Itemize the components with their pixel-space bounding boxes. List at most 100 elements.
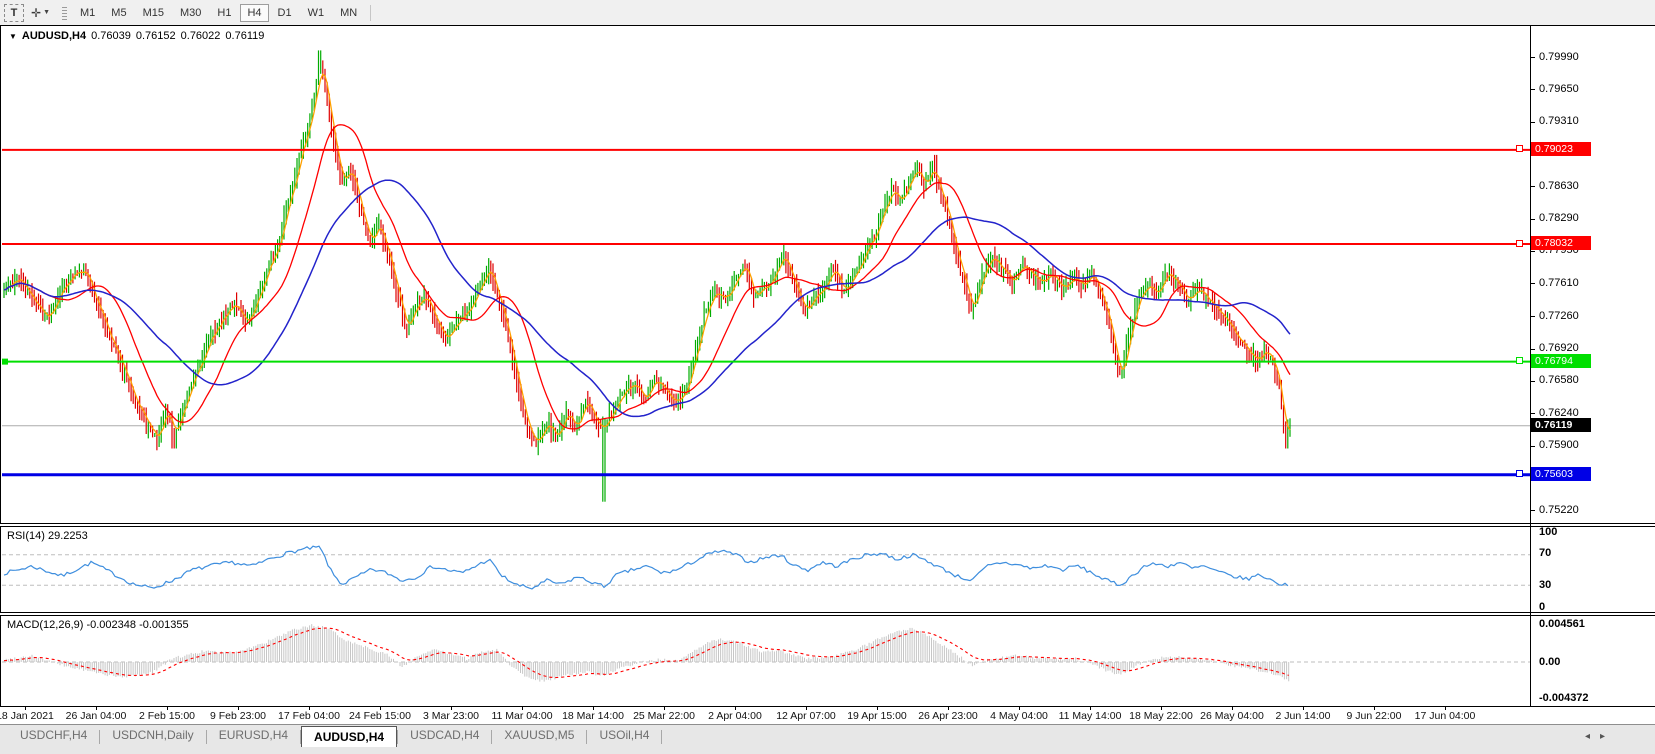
rsi-tick-label: 70 (1539, 547, 1551, 560)
macd-panel: MACD(12,26,9) -0.002348 -0.001355 (0, 615, 1655, 707)
hline-handle[interactable] (1516, 470, 1523, 477)
timeframe-w1-button[interactable]: W1 (301, 4, 332, 22)
date-label: 11 May 14:00 (1059, 710, 1122, 722)
macd-tick-label: 0.004561 (1539, 618, 1585, 631)
date-label: 18 Mar 14:00 (562, 710, 624, 722)
hline-price-tag: 0.78032 (1531, 236, 1591, 250)
chart-symbol-header: ▼ AUDUSD,H4 0.76039 0.76152 0.76022 0.76… (9, 30, 264, 42)
tab-usoil[interactable]: USOil,H4 (587, 725, 661, 747)
chevron-down-icon: ▼ (43, 9, 50, 16)
tab-scroll-right-button[interactable]: ▸ (1600, 731, 1605, 742)
text-tool-button[interactable]: T (4, 4, 24, 22)
price-tick-label: 0.79310 (1539, 115, 1579, 128)
date-label: 26 Apr 23:00 (918, 710, 978, 722)
price-tick-mark (1531, 283, 1535, 284)
hline-price-tag: 0.75603 (1531, 467, 1591, 481)
chart-window: ▼ AUDUSD,H4 0.76039 0.76152 0.76022 0.76… (0, 25, 1655, 754)
price-tick-mark (1531, 381, 1535, 382)
cursor-tool-button[interactable]: ✛ ▼ (26, 4, 55, 22)
rsi-indicator-label: RSI(14) 29.2253 (7, 530, 88, 542)
price-tick-label: 0.77610 (1539, 277, 1579, 290)
date-label: 3 Mar 23:00 (423, 710, 479, 722)
rsi-tick-label: 0 (1539, 601, 1545, 614)
high-value: 0.76152 (136, 30, 176, 42)
main-chart-panel: ▼ AUDUSD,H4 0.76039 0.76152 0.76022 0.76… (0, 25, 1655, 524)
date-label: 25 Mar 22:00 (633, 710, 695, 722)
timeframe-m30-button[interactable]: M30 (173, 4, 208, 22)
close-value: 0.76119 (225, 30, 264, 42)
price-tick-mark (1531, 251, 1535, 252)
timeframe-mn-button[interactable]: MN (333, 4, 364, 22)
date-label: 26 May 04:00 (1200, 710, 1264, 722)
hline-handle[interactable] (1516, 357, 1523, 364)
chart-tab-bar: USDCHF,H4USDCNH,DailyEURUSD,H4AUDUSD,H4U… (0, 724, 1655, 754)
rsi-panel: RSI(14) 29.2253 (0, 526, 1655, 613)
hline-handle[interactable] (1516, 240, 1523, 247)
macd-tick-label: 0.00 (1539, 656, 1560, 669)
tab-xauusd[interactable]: XAUUSD,M5 (492, 725, 586, 747)
date-label: 4 May 04:00 (990, 710, 1048, 722)
timeframe-m1-button[interactable]: M1 (73, 4, 102, 22)
date-label: 12 Apr 07:00 (776, 710, 836, 722)
price-tick-label: 0.78290 (1539, 212, 1579, 225)
date-label: 2 Apr 04:00 (708, 710, 762, 722)
price-tick-mark (1531, 219, 1535, 220)
date-label: 9 Jun 22:00 (1347, 710, 1402, 722)
date-label: 17 Jun 04:00 (1415, 710, 1476, 722)
rsi-plot[interactable] (2, 527, 1530, 612)
symbol-label: AUDUSD,H4 (22, 30, 86, 42)
price-tick-mark (1531, 57, 1535, 58)
tab-scroll-nav: ◂ ▸ (1585, 731, 1605, 742)
date-label: 2 Jun 14:00 (1276, 710, 1331, 722)
date-label: 17 Feb 04:00 (278, 710, 340, 722)
price-tick-mark (1531, 89, 1535, 90)
triangle-down-icon: ▼ (9, 32, 17, 41)
date-label: 11 Mar 04:00 (491, 710, 552, 722)
rsi-tick-label: 30 (1539, 579, 1551, 592)
tab-usdcad[interactable]: USDCAD,H4 (398, 725, 491, 747)
price-tick-mark (1531, 446, 1535, 447)
price-tick-label: 0.78630 (1539, 180, 1579, 193)
rsi-tick-label: 100 (1539, 526, 1557, 539)
toolbar-separator (370, 5, 371, 21)
date-axis[interactable]: 18 Jan 202126 Jan 04:002 Feb 15:009 Feb … (0, 707, 1655, 724)
hline-price-tag: 0.79023 (1531, 142, 1591, 156)
price-tick-label: 0.77260 (1539, 310, 1579, 323)
date-label: 24 Feb 15:00 (349, 710, 411, 722)
price-tick-mark (1531, 413, 1535, 414)
price-tick-label: 0.76580 (1539, 374, 1579, 387)
cursor-tool-icon: ✛ (31, 7, 41, 19)
price-tick-mark (1531, 316, 1535, 317)
tab-audusd[interactable]: AUDUSD,H4 (301, 726, 397, 747)
tab-eurusd[interactable]: EURUSD,H4 (207, 725, 300, 747)
timeframe-d1-button[interactable]: D1 (271, 4, 299, 22)
date-label: 19 Apr 15:00 (847, 710, 907, 722)
price-chart-plot[interactable] (2, 26, 1530, 523)
tab-separator (661, 730, 662, 744)
date-label: 9 Feb 23:00 (210, 710, 266, 722)
timeframe-m5-button[interactable]: M5 (104, 4, 133, 22)
price-tick-label: 0.79990 (1539, 51, 1579, 64)
toolbar-grip-handle[interactable] (62, 5, 67, 21)
date-label: 18 Jan 2021 (0, 710, 54, 722)
tab-usdchf[interactable]: USDCHF,H4 (8, 725, 99, 747)
timeframe-h4-button[interactable]: H4 (240, 4, 268, 22)
price-tick-label: 0.79650 (1539, 83, 1579, 96)
price-tick-mark (1531, 122, 1535, 123)
open-value: 0.76039 (91, 30, 131, 42)
current-price-tag: 0.76119 (1531, 418, 1591, 432)
macd-plot[interactable] (2, 616, 1530, 706)
low-value: 0.76022 (181, 30, 221, 42)
timeframe-m15-button[interactable]: M15 (136, 4, 171, 22)
hline-handle[interactable] (1516, 145, 1523, 152)
top-toolbar: T ✛ ▼ M1M5M15M30H1H4D1W1MN (0, 0, 1655, 25)
price-tick-label: 0.75220 (1539, 504, 1579, 517)
macd-indicator-label: MACD(12,26,9) -0.002348 -0.001355 (7, 619, 189, 631)
tab-usdcnh[interactable]: USDCNH,Daily (100, 725, 205, 747)
tab-scroll-left-button[interactable]: ◂ (1585, 731, 1590, 742)
timeframe-button-group: M1M5M15M30H1H4D1W1MN (72, 4, 365, 22)
hline-price-tag: 0.76794 (1531, 354, 1591, 368)
price-tick-mark (1531, 510, 1535, 511)
timeframe-h1-button[interactable]: H1 (210, 4, 238, 22)
macd-tick-label: -0.004372 (1539, 692, 1589, 705)
